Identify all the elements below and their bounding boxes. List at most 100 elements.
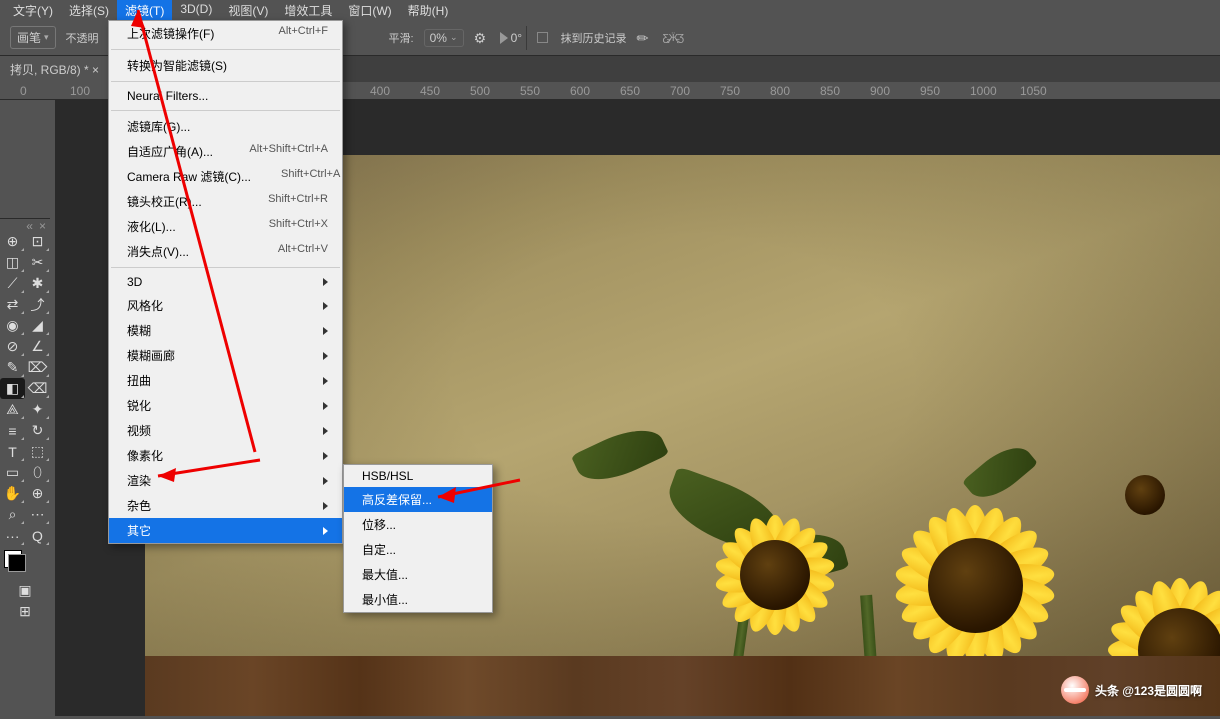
menu-item[interactable]: 高反差保留... [344, 487, 492, 512]
quick-mask-icon[interactable]: ▣ [0, 580, 50, 601]
smoothing-value[interactable]: 0% ⌄ [424, 29, 464, 47]
tool-button[interactable]: ↻ [25, 420, 50, 441]
tool-button[interactable]: ◧ [0, 378, 25, 399]
ruler-tick: 400 [370, 84, 390, 98]
ruler-tick: 650 [620, 84, 640, 98]
tool-button[interactable]: ✎ [0, 357, 25, 378]
tool-button[interactable]: ∠ [25, 336, 50, 357]
menu-item[interactable]: 视频 [109, 418, 342, 443]
tools-panel-header[interactable]: «× [0, 219, 50, 231]
menu-item[interactable]: 扭曲 [109, 368, 342, 393]
ruler-tick: 600 [570, 84, 590, 98]
menu-item[interactable]: 转换为智能滤镜(S) [109, 53, 342, 78]
tool-button[interactable]: ⊘ [0, 336, 25, 357]
menu-item[interactable]: 自定... [344, 537, 492, 562]
watermark-icon [1061, 676, 1089, 704]
tool-button[interactable]: ⬯ [25, 462, 50, 483]
separator [526, 26, 527, 50]
menu-item[interactable]: 最大值... [344, 562, 492, 587]
menu-item[interactable]: 模糊 [109, 318, 342, 343]
chevron-right-icon [323, 502, 328, 510]
menu-item[interactable]: 风格化 [109, 293, 342, 318]
screen-mode-icon[interactable]: ⊞ [0, 601, 50, 622]
tool-button[interactable]: ⬚ [25, 441, 50, 462]
menu-item[interactable]: 渲染 [109, 468, 342, 493]
paint-icon[interactable] [637, 30, 653, 46]
menu-filter[interactable]: 滤镜(T) [117, 0, 172, 20]
chevron-right-icon [323, 427, 328, 435]
menu-item[interactable]: 位移... [344, 512, 492, 537]
tools-panel: «× ⊕⊡◫✂⟋✱⇄⤴◉◢⊘∠✎⌦◧⌫⟁✦≡↻T⬚▭⬯✋⊕⌕⋯···Q ▣ ⊞ [0, 218, 50, 622]
menu-window[interactable]: 窗口(W) [340, 0, 399, 20]
tool-button[interactable]: ⌕ [0, 504, 25, 525]
ruler-tick: 750 [720, 84, 740, 98]
history-checkbox[interactable] [537, 32, 548, 43]
menu-select[interactable]: 选择(S) [61, 0, 117, 20]
menu-item[interactable]: 镜头校正(R)...Shift+Ctrl+R [109, 189, 342, 214]
tool-button[interactable]: ⊕ [0, 231, 25, 252]
menu-item[interactable]: 上次滤镜操作(F)Alt+Ctrl+F [109, 21, 342, 46]
tool-button[interactable]: ✦ [25, 399, 50, 420]
tool-button[interactable]: ⇄ [0, 294, 25, 315]
tool-button[interactable]: ⌫ [25, 378, 50, 399]
tool-button[interactable]: ◢ [25, 315, 50, 336]
tool-button[interactable]: ⟋ [0, 273, 25, 294]
butterfly-icon[interactable] [663, 30, 679, 46]
opacity-label: 不透明 [66, 30, 99, 46]
tool-button[interactable]: ✂ [25, 252, 50, 273]
menu-item[interactable]: 模糊画廊 [109, 343, 342, 368]
brush-angle[interactable]: 0° [500, 30, 516, 46]
menu-item[interactable]: 杂色 [109, 493, 342, 518]
filter-menu: 上次滤镜操作(F)Alt+Ctrl+F 转换为智能滤镜(S) Neural Filt… [108, 20, 343, 544]
chevron-right-icon [323, 452, 328, 460]
tool-button[interactable]: ✋ [0, 483, 25, 504]
chevron-right-icon [323, 527, 328, 535]
menu-plugins[interactable]: 增效工具 [276, 0, 340, 20]
ruler-tick: 500 [470, 84, 490, 98]
ruler-tick: 900 [870, 84, 890, 98]
menu-item[interactable]: 3D [109, 271, 342, 293]
color-swatches[interactable] [0, 546, 50, 580]
tool-preset-picker[interactable]: 画笔▾ [10, 26, 56, 49]
smoothing-label: 平滑: [389, 30, 414, 46]
menu-item[interactable]: 最小值... [344, 587, 492, 612]
menu-item[interactable]: 自适应广角(A)...Alt+Shift+Ctrl+A [109, 139, 342, 164]
tool-button[interactable]: ⊕ [25, 483, 50, 504]
ruler-tick: 700 [670, 84, 690, 98]
tool-button[interactable]: ≡ [0, 420, 25, 441]
ruler-tick: 0 [20, 84, 27, 98]
tool-button[interactable]: T [0, 441, 25, 462]
ruler-tick: 450 [420, 84, 440, 98]
menu-separator [111, 81, 340, 82]
menu-separator [111, 110, 340, 111]
watermark: 头条 @123是圆圆啊 [1061, 676, 1202, 704]
tool-button[interactable]: ✱ [25, 273, 50, 294]
tool-button[interactable]: ⊡ [25, 231, 50, 252]
gear-icon[interactable] [474, 30, 490, 46]
menu-item[interactable]: 锐化 [109, 393, 342, 418]
menu-view[interactable]: 视图(V) [220, 0, 276, 20]
menu-item[interactable]: 滤镜库(G)... [109, 114, 342, 139]
tool-button[interactable]: Q [25, 525, 50, 546]
menu-item[interactable]: 液化(L)...Shift+Ctrl+X [109, 214, 342, 239]
tool-button[interactable]: ⌦ [25, 357, 50, 378]
tool-button[interactable]: ⟁ [0, 399, 25, 420]
tool-button[interactable]: ▭ [0, 462, 25, 483]
tool-button[interactable]: ··· [0, 525, 25, 546]
menu-item[interactable]: HSB/HSL [344, 465, 492, 487]
menu-item[interactable]: Camera Raw 滤镜(C)...Shift+Ctrl+A [109, 164, 342, 189]
tool-button[interactable]: ◫ [0, 252, 25, 273]
menu-help[interactable]: 帮助(H) [400, 0, 457, 20]
history-label: 抹到历史记录 [561, 30, 627, 46]
tool-button[interactable]: ⤴ [25, 294, 50, 315]
tool-button[interactable]: ◉ [0, 315, 25, 336]
menu-item[interactable]: 消失点(V)...Alt+Ctrl+V [109, 239, 342, 264]
menu-item[interactable]: 像素化 [109, 443, 342, 468]
menu-3d[interactable]: 3D(D) [172, 0, 220, 20]
ruler-tick: 100 [70, 84, 90, 98]
tool-button[interactable]: ⋯ [25, 504, 50, 525]
menu-item[interactable]: Neural Filters... [109, 85, 342, 107]
menu-text[interactable]: 文字(Y) [5, 0, 61, 20]
menu-item[interactable]: 其它 [109, 518, 342, 543]
document-tab[interactable]: 拷贝, RGB/8) * × [0, 56, 110, 83]
